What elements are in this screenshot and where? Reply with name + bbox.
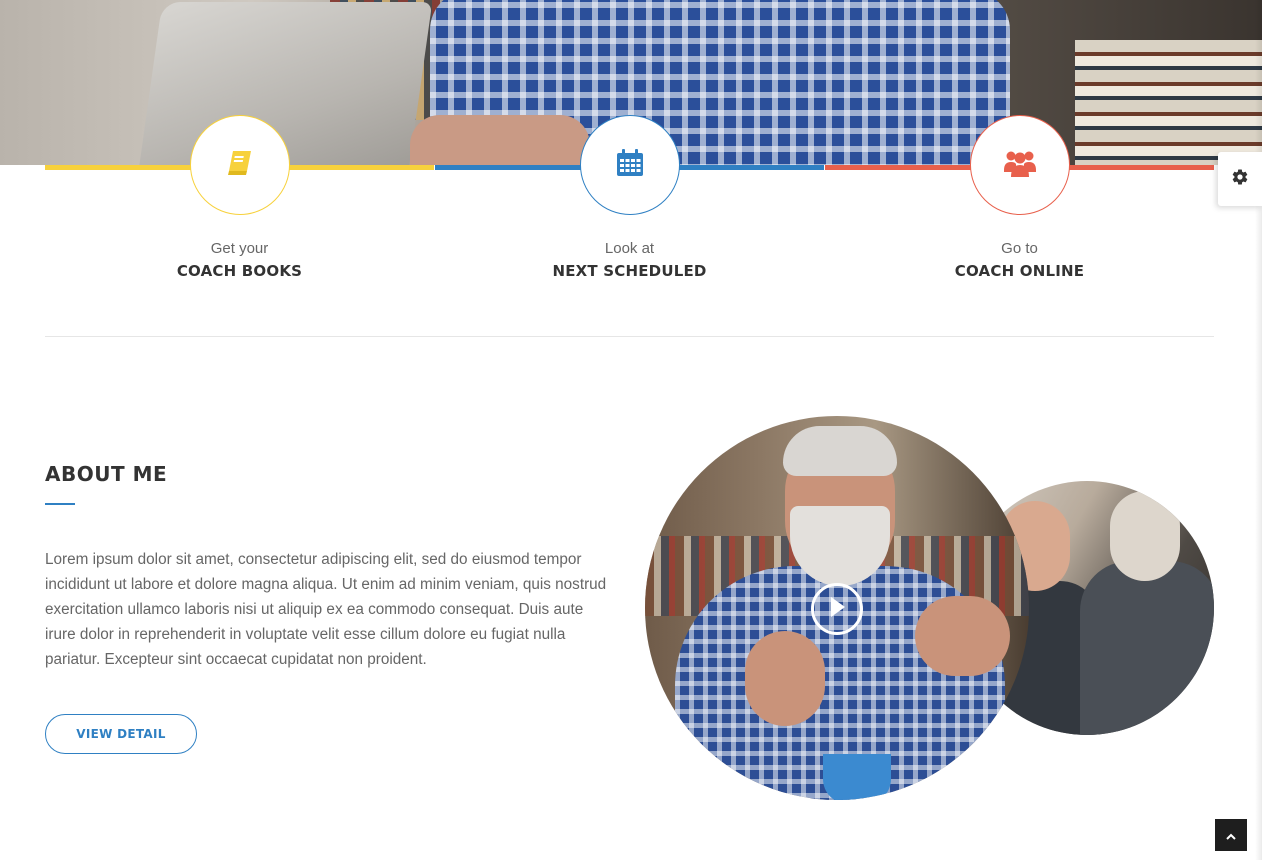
title-underline bbox=[45, 503, 75, 505]
photo-person-hair bbox=[783, 426, 897, 476]
photo-person-hand bbox=[915, 596, 1010, 676]
hero-hands bbox=[410, 115, 590, 165]
photo-person-body bbox=[1080, 561, 1214, 735]
users-icon bbox=[1003, 148, 1037, 182]
calendar-icon bbox=[615, 148, 645, 182]
feature-icon-circle[interactable] bbox=[970, 115, 1070, 215]
feature-pre-text: Look at bbox=[604, 240, 655, 257]
video-play-button[interactable] bbox=[811, 583, 863, 635]
gear-icon bbox=[1231, 168, 1249, 190]
feature-title[interactable]: COACH BOOKS bbox=[45, 262, 434, 280]
photo-cup bbox=[823, 754, 891, 800]
section-divider bbox=[45, 336, 1214, 337]
feature-row: Get your COACH BOOKS Look at NEXT SCHEDU bbox=[45, 115, 1214, 337]
feature-coach-books[interactable]: Get your COACH BOOKS bbox=[45, 115, 434, 337]
feature-title[interactable]: NEXT SCHEDULED bbox=[435, 262, 824, 280]
book-icon bbox=[225, 149, 255, 181]
about-title: ABOUT ME bbox=[45, 462, 168, 486]
feature-icon-circle[interactable] bbox=[190, 115, 290, 215]
view-detail-button[interactable]: VIEW DETAIL bbox=[45, 714, 197, 754]
feature-coach-online[interactable]: Go to COACH ONLINE bbox=[825, 115, 1214, 337]
chevron-up-icon bbox=[1226, 826, 1236, 845]
play-icon bbox=[827, 595, 847, 623]
feature-icon-circle[interactable] bbox=[580, 115, 680, 215]
feature-title[interactable]: COACH ONLINE bbox=[825, 262, 1214, 280]
settings-button[interactable] bbox=[1218, 152, 1262, 206]
feature-pre-text: Get your bbox=[210, 240, 269, 257]
feature-pre-text: Go to bbox=[1001, 240, 1038, 257]
page-edge-shadow bbox=[1255, 0, 1262, 860]
about-text: Lorem ipsum dolor sit amet, consectetur … bbox=[45, 551, 607, 668]
back-to-top-button[interactable] bbox=[1215, 819, 1247, 851]
hero-book-stack bbox=[1075, 40, 1262, 165]
feature-next-scheduled[interactable]: Look at NEXT SCHEDULED bbox=[435, 115, 824, 337]
photo-person-hand bbox=[745, 631, 825, 726]
photo-person-head bbox=[1110, 491, 1180, 581]
hero-laptop bbox=[137, 2, 433, 165]
